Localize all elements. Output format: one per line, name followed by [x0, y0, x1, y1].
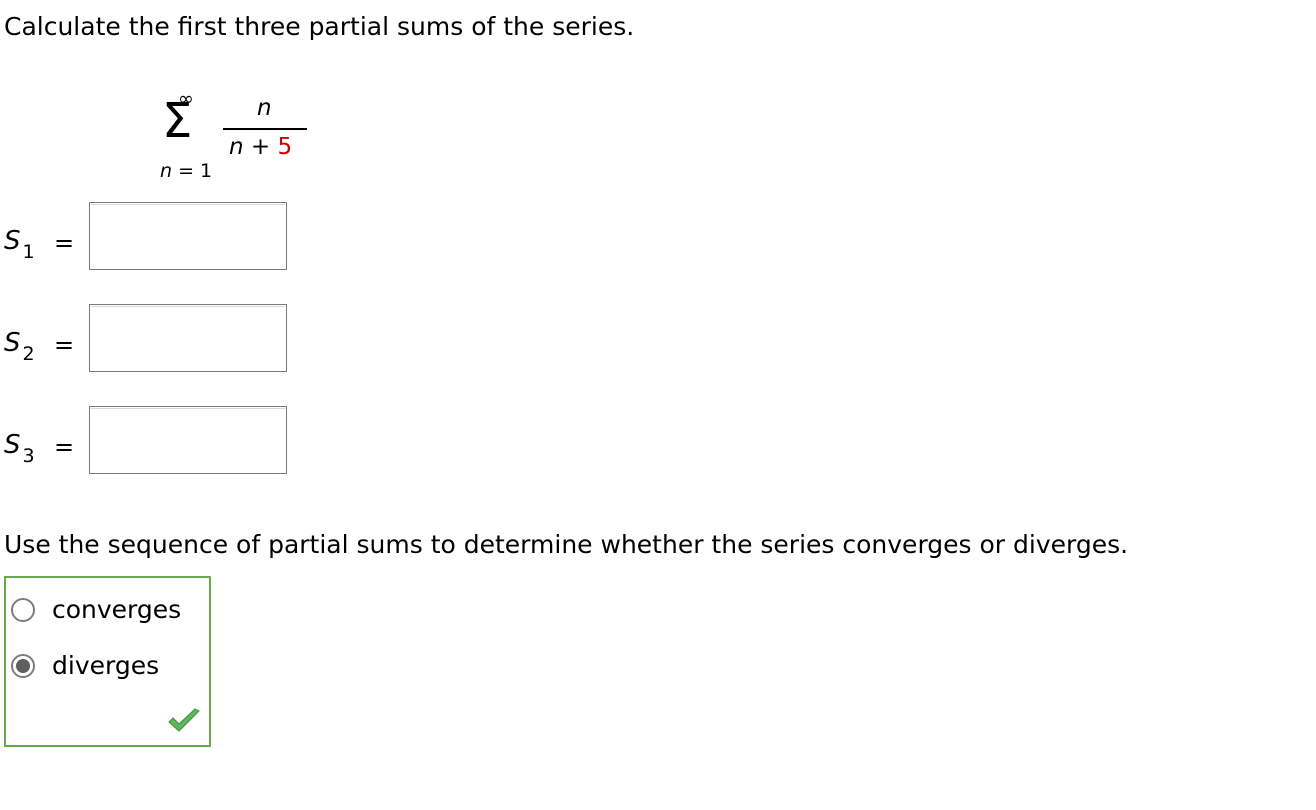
lower-limit-value: = 1 [172, 160, 213, 182]
s2-answer-input[interactable] [89, 304, 287, 372]
check-mark-icon [168, 708, 200, 732]
equals-sign: = [54, 229, 75, 257]
converges-label[interactable]: converges [52, 595, 181, 624]
partial-sum-label: S2 [4, 328, 35, 365]
partial-sum-symbol: S [4, 328, 21, 358]
partial-sum-label: S3 [4, 430, 35, 467]
diverges-label[interactable]: diverges [52, 651, 159, 680]
denominator-constant: 5 [277, 134, 293, 160]
lower-limit-variable: n [160, 160, 173, 182]
s3-answer-input[interactable] [89, 406, 287, 474]
partial-sum-index: 1 [22, 241, 35, 263]
fraction-bar [223, 128, 307, 130]
equals-sign: = [54, 433, 75, 461]
fraction-denominator: n + 5 [229, 134, 292, 160]
denominator-variable: n [229, 134, 244, 160]
radio-selected-dot [16, 659, 30, 673]
partial-sum-symbol: S [4, 430, 21, 460]
s1-answer-input[interactable] [89, 202, 287, 270]
fraction-numerator: n [257, 95, 272, 121]
question-prompt: Calculate the first three partial sums o… [4, 12, 635, 41]
convergence-question: Use the sequence of partial sums to dete… [4, 530, 1129, 559]
partial-sum-index: 2 [22, 343, 35, 365]
partial-sum-symbol: S [4, 226, 21, 256]
converges-radio[interactable] [11, 598, 35, 622]
sigma-symbol: Σ [162, 93, 193, 149]
sum-lower-limit: n = 1 [160, 160, 212, 182]
partial-sum-index: 3 [22, 445, 35, 467]
equals-sign: = [54, 331, 75, 359]
partial-sum-label: S1 [4, 226, 35, 263]
denominator-operator: + [243, 134, 278, 160]
diverges-radio[interactable] [11, 654, 35, 678]
